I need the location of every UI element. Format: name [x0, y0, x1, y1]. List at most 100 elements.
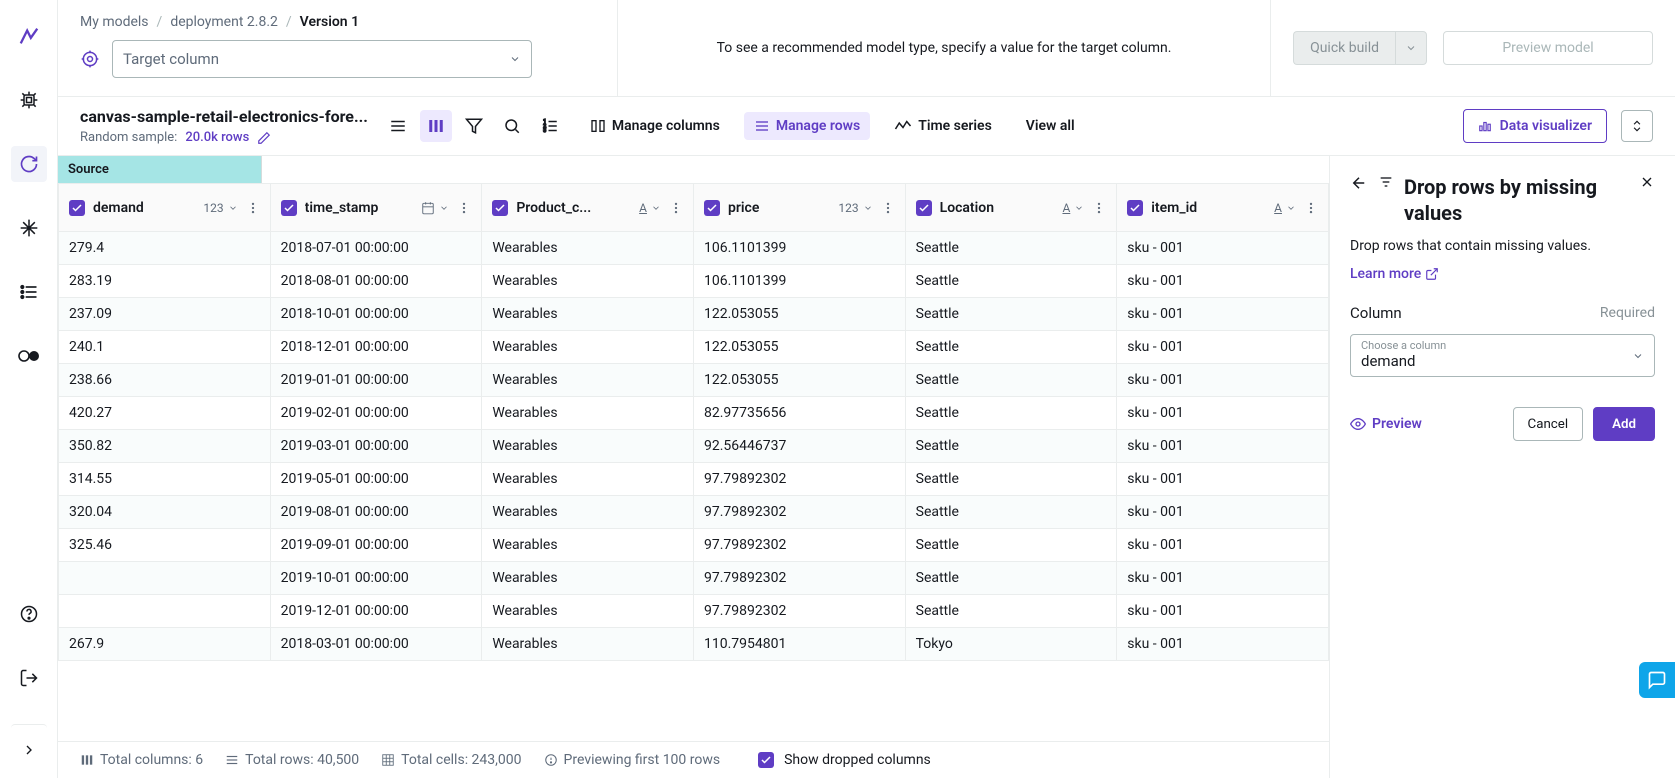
manage-rows-button[interactable]: Manage rows: [744, 112, 870, 140]
column-checkbox[interactable]: [492, 200, 508, 216]
view-all-button[interactable]: View all: [1016, 112, 1085, 140]
manage-columns-button[interactable]: Manage columns: [580, 112, 730, 140]
table-cell: Seattle: [905, 529, 1117, 562]
show-dropped-checkbox[interactable]: [758, 752, 774, 768]
column-header[interactable]: Product_c...A: [482, 184, 694, 232]
table-cell: 2019-08-01 00:00:00: [270, 496, 482, 529]
column-header[interactable]: LocationA: [905, 184, 1117, 232]
table-area: Source demand123 time_stamp Product_c...…: [58, 156, 1330, 778]
table-cell: 2018-12-01 00:00:00: [270, 331, 482, 364]
column-select[interactable]: Choose a column demand: [1350, 334, 1655, 377]
table-row[interactable]: 2019-10-01 00:00:00Wearables97.79892302S…: [59, 562, 1329, 595]
table-row[interactable]: 325.462019-09-01 00:00:00Wearables97.798…: [59, 529, 1329, 562]
column-checkbox[interactable]: [1127, 200, 1143, 216]
table-row[interactable]: 267.92018-03-01 00:00:00Wearables110.795…: [59, 628, 1329, 661]
column-checkbox[interactable]: [281, 200, 297, 216]
breadcrumb-models[interactable]: My models: [80, 14, 149, 30]
table-cell: 2019-03-01 00:00:00: [270, 430, 482, 463]
column-name: price: [728, 200, 830, 216]
table-cell: 237.09: [59, 298, 271, 331]
table-cell: Wearables: [482, 595, 694, 628]
table-cell: 97.79892302: [693, 463, 905, 496]
edit-sample-icon[interactable]: [257, 131, 271, 145]
table-row[interactable]: 2019-12-01 00:00:00Wearables97.79892302S…: [59, 595, 1329, 628]
add-button[interactable]: Add: [1593, 407, 1655, 441]
chip-icon[interactable]: [11, 82, 47, 118]
learn-more-link[interactable]: Learn more: [1350, 266, 1655, 282]
cancel-button[interactable]: Cancel: [1513, 407, 1584, 441]
column-checkbox[interactable]: [704, 200, 720, 216]
source-tab[interactable]: Source: [58, 156, 262, 183]
logout-icon[interactable]: [11, 660, 47, 696]
close-icon[interactable]: [1639, 174, 1655, 190]
search-icon[interactable]: [496, 110, 528, 142]
preview-button[interactable]: Preview: [1350, 416, 1422, 432]
column-header[interactable]: demand123: [59, 184, 271, 232]
view-list-icon[interactable]: [382, 110, 414, 142]
table-row[interactable]: 240.12018-12-01 00:00:00Wearables122.053…: [59, 331, 1329, 364]
logo-icon[interactable]: [11, 18, 47, 54]
table-cell: Seattle: [905, 562, 1117, 595]
total-columns-stat: Total columns: 6: [80, 752, 203, 768]
table-cell: 2019-12-01 00:00:00: [270, 595, 482, 628]
table-row[interactable]: 279.42018-07-01 00:00:00Wearables106.110…: [59, 232, 1329, 265]
chat-fab[interactable]: [1639, 662, 1675, 698]
column-header[interactable]: item_idA: [1117, 184, 1329, 232]
breadcrumb-deployment[interactable]: deployment 2.8.2: [170, 14, 278, 30]
table-cell: Wearables: [482, 331, 694, 364]
previewing-stat: Previewing first 100 rows: [544, 752, 721, 768]
column-menu-icon[interactable]: [1304, 201, 1318, 215]
sample-value[interactable]: 20.0k rows: [185, 130, 249, 145]
data-visualizer-button[interactable]: Data visualizer: [1463, 109, 1607, 143]
column-header[interactable]: price123: [693, 184, 905, 232]
table-row[interactable]: 320.042019-08-01 00:00:00Wearables97.798…: [59, 496, 1329, 529]
column-menu-icon[interactable]: [246, 201, 260, 215]
column-name: Product_c...: [516, 200, 631, 216]
table-row[interactable]: 238.662019-01-01 00:00:00Wearables122.05…: [59, 364, 1329, 397]
table-cell: 2019-09-01 00:00:00: [270, 529, 482, 562]
column-menu-icon[interactable]: [1092, 201, 1106, 215]
quick-build-caret: [1395, 31, 1427, 65]
list-icon[interactable]: [11, 274, 47, 310]
expand-toolbar-icon[interactable]: [1621, 110, 1653, 142]
table-row[interactable]: 283.192018-08-01 00:00:00Wearables106.11…: [59, 265, 1329, 298]
back-icon[interactable]: [1350, 174, 1368, 192]
snowflake-icon[interactable]: [11, 210, 47, 246]
table-row[interactable]: 314.552019-05-01 00:00:00Wearables97.798…: [59, 463, 1329, 496]
column-menu-icon[interactable]: [881, 201, 895, 215]
table-cell: 106.1101399: [693, 232, 905, 265]
table-cell: sku - 001: [1117, 298, 1329, 331]
table-cell: Seattle: [905, 232, 1117, 265]
table-row[interactable]: 420.272019-02-01 00:00:00Wearables82.977…: [59, 397, 1329, 430]
table-cell: 2018-07-01 00:00:00: [270, 232, 482, 265]
filter-icon[interactable]: [458, 110, 490, 142]
column-header[interactable]: time_stamp: [270, 184, 482, 232]
expand-icon[interactable]: [11, 724, 47, 760]
quick-build-button: Quick build: [1293, 31, 1395, 65]
view-grid-icon[interactable]: [420, 110, 452, 142]
rows-icon: [754, 118, 770, 134]
column-checkbox[interactable]: [69, 200, 85, 216]
time-series-button[interactable]: Time series: [884, 112, 1002, 140]
table-cell: Wearables: [482, 463, 694, 496]
target-column-select[interactable]: Target column: [112, 40, 532, 78]
toggle-icon[interactable]: [11, 338, 47, 374]
table-row[interactable]: 237.092018-10-01 00:00:00Wearables122.05…: [59, 298, 1329, 331]
table-cell: Wearables: [482, 529, 694, 562]
column-menu-icon[interactable]: [457, 201, 471, 215]
column-checkbox[interactable]: [916, 200, 932, 216]
table-row[interactable]: 350.822019-03-01 00:00:00Wearables92.564…: [59, 430, 1329, 463]
header-hint: To see a recommended model type, specify…: [618, 0, 1271, 96]
help-icon[interactable]: [11, 596, 47, 632]
table-cell: Wearables: [482, 397, 694, 430]
column-menu-icon[interactable]: [669, 201, 683, 215]
table-cell: 420.27: [59, 397, 271, 430]
column-name: Location: [940, 200, 1055, 216]
table-cell: 2018-08-01 00:00:00: [270, 265, 482, 298]
table-cell: sku - 001: [1117, 364, 1329, 397]
svg-text:3: 3: [543, 128, 546, 134]
table-cell: Wearables: [482, 364, 694, 397]
refresh-icon[interactable]: [11, 146, 47, 182]
table-cell: 238.66: [59, 364, 271, 397]
numbered-list-icon[interactable]: 123: [534, 110, 566, 142]
